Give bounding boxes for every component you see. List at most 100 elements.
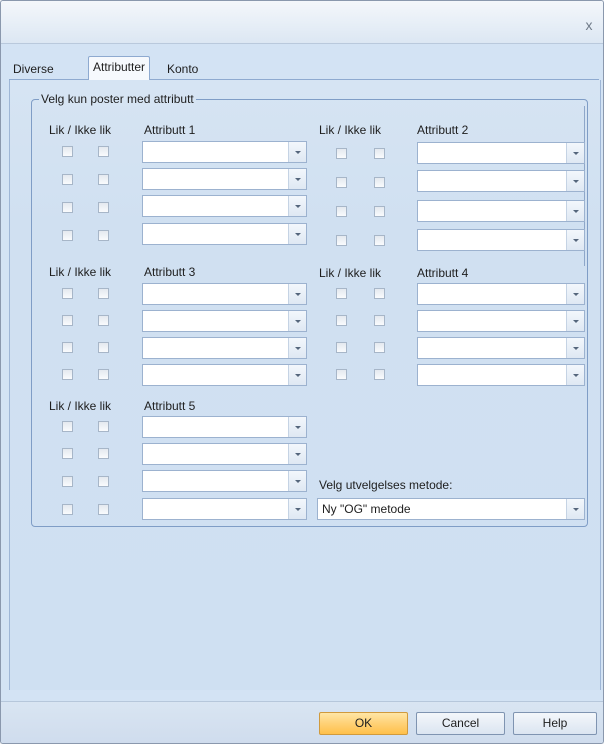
cancel-button[interactable]: Cancel [416,712,505,735]
attributt-3-dropdown[interactable] [142,310,307,332]
dropdown-arrow-icon[interactable] [288,499,306,519]
attributt-5-dropdown[interactable] [142,498,307,520]
tab-konto[interactable]: Konto [163,60,202,78]
attributt-4-dropdown[interactable] [417,283,585,305]
lik-checkbox[interactable] [62,230,73,241]
attributt-3-dropdown[interactable] [142,337,307,359]
method-dropdown[interactable]: Ny "OG" metode [317,498,585,520]
attributt-3-dropdown[interactable] [142,364,307,386]
ikke-lik-checkbox[interactable] [98,504,109,515]
tab-bar: Diverse Attributter Konto [9,56,599,80]
ikke-lik-checkbox[interactable] [98,288,109,299]
lik-checkbox[interactable] [62,174,73,185]
help-button[interactable]: Help [513,712,597,735]
dropdown-arrow-icon[interactable] [566,201,584,221]
dropdown-arrow-icon[interactable] [566,143,584,163]
ikke-lik-checkbox[interactable] [374,369,385,380]
dropdown-arrow-icon[interactable] [288,224,306,244]
lik-checkbox[interactable] [336,148,347,159]
ikke-lik-checkbox[interactable] [374,288,385,299]
tab-diverse[interactable]: Diverse [9,60,58,78]
attributt-4-dropdown[interactable] [417,364,585,386]
ikke-lik-checkbox[interactable] [98,448,109,459]
lik-checkbox[interactable] [336,288,347,299]
dropdown-arrow-icon[interactable] [566,338,584,358]
attributt-5-dropdown[interactable] [142,470,307,492]
dropdown-arrow-icon[interactable] [288,338,306,358]
dropdown-arrow-icon[interactable] [288,196,306,216]
lik-checkbox[interactable] [62,448,73,459]
ikke-lik-checkbox[interactable] [98,202,109,213]
attributt-2-dropdown[interactable] [417,142,585,164]
attributt-1-dropdown[interactable] [142,168,307,190]
attributt-2-dropdown[interactable] [417,170,585,192]
lik-checkbox[interactable] [62,146,73,157]
tab-attributter[interactable]: Attributter [88,56,151,80]
dropdown-arrow-icon[interactable] [288,284,306,304]
lik-ikke-lik-label-1: Lik / Ikke lik [49,123,112,137]
method-value: Ny "OG" metode [322,502,411,516]
ikke-lik-checkbox[interactable] [374,148,385,159]
attributt-4-dropdown[interactable] [417,310,585,332]
lik-checkbox[interactable] [62,504,73,515]
dialog-window: x Diverse Attributter Konto Velg kun pos… [0,0,604,744]
lik-checkbox[interactable] [62,202,73,213]
dropdown-arrow-icon[interactable] [288,142,306,162]
lik-ikke-lik-label-2: Lik / Ikke lik [319,123,382,137]
lik-checkbox[interactable] [336,369,347,380]
ikke-lik-checkbox[interactable] [374,206,385,217]
attributt-1-dropdown[interactable] [142,223,307,245]
ikke-lik-checkbox[interactable] [98,146,109,157]
ok-button[interactable]: OK [319,712,408,735]
dropdown-arrow-icon[interactable] [566,230,584,250]
attributt-1-label: Attributt 1 [144,123,196,137]
dropdown-arrow-icon[interactable] [566,311,584,331]
dropdown-arrow-icon[interactable] [288,444,306,464]
ikke-lik-checkbox[interactable] [98,230,109,241]
dropdown-arrow-icon[interactable] [288,417,306,437]
ikke-lik-checkbox[interactable] [98,369,109,380]
lik-checkbox[interactable] [62,288,73,299]
dropdown-arrow-icon[interactable] [288,169,306,189]
attributt-5-dropdown[interactable] [142,443,307,465]
lik-checkbox[interactable] [62,421,73,432]
title-bar: x [1,1,603,44]
lik-ikke-lik-label-4: Lik / Ikke lik [319,266,382,280]
dropdown-arrow-icon[interactable] [288,311,306,331]
lik-checkbox[interactable] [62,315,73,326]
attributt-5-dropdown[interactable] [142,416,307,438]
lik-checkbox[interactable] [336,342,347,353]
lik-checkbox[interactable] [62,369,73,380]
attributt-1-dropdown[interactable] [142,141,307,163]
lik-checkbox[interactable] [336,235,347,246]
attributt-3-label: Attributt 3 [144,265,196,279]
ikke-lik-checkbox[interactable] [98,476,109,487]
attributt-2-label: Attributt 2 [417,123,469,137]
lik-checkbox[interactable] [336,206,347,217]
attributt-3-dropdown[interactable] [142,283,307,305]
close-icon[interactable]: x [583,18,595,32]
attributt-2-dropdown[interactable] [417,229,585,251]
ikke-lik-checkbox[interactable] [98,174,109,185]
lik-checkbox[interactable] [62,476,73,487]
dropdown-arrow-icon[interactable] [566,284,584,304]
attributt-1-dropdown[interactable] [142,195,307,217]
dropdown-arrow-icon[interactable] [566,499,584,519]
ikke-lik-checkbox[interactable] [374,342,385,353]
ikke-lik-checkbox[interactable] [374,315,385,326]
ikke-lik-checkbox[interactable] [98,421,109,432]
ikke-lik-checkbox[interactable] [98,342,109,353]
attributt-2-dropdown[interactable] [417,200,585,222]
lik-checkbox[interactable] [336,177,347,188]
dropdown-arrow-icon[interactable] [288,365,306,385]
lik-checkbox[interactable] [62,342,73,353]
dropdown-arrow-icon[interactable] [288,471,306,491]
attributt-4-dropdown[interactable] [417,337,585,359]
dropdown-arrow-icon[interactable] [566,171,584,191]
ikke-lik-checkbox[interactable] [98,315,109,326]
ikke-lik-checkbox[interactable] [374,177,385,188]
ikke-lik-checkbox[interactable] [374,235,385,246]
attributt-5-label: Attributt 5 [144,399,196,413]
dropdown-arrow-icon[interactable] [566,365,584,385]
lik-checkbox[interactable] [336,315,347,326]
